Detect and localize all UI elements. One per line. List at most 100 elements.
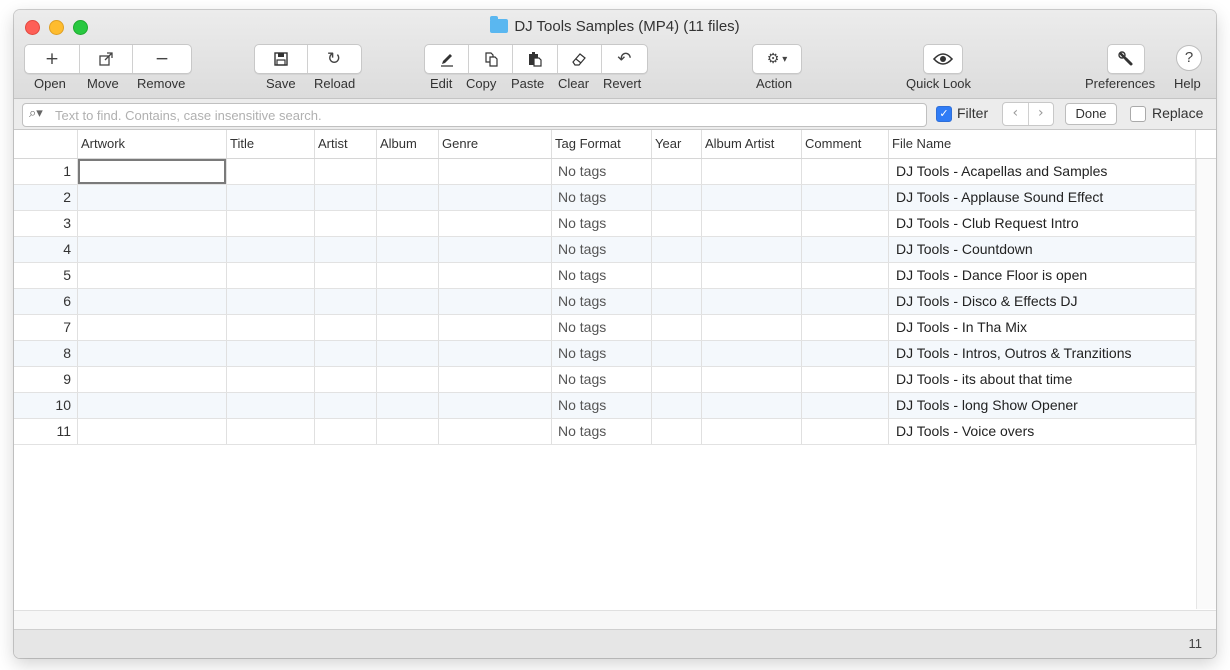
- album-artist-cell[interactable]: [702, 419, 802, 444]
- title-cell[interactable]: [227, 315, 315, 340]
- artwork-cell[interactable]: [78, 237, 227, 262]
- artist-cell[interactable]: [315, 289, 377, 314]
- edit-button[interactable]: [425, 45, 470, 73]
- table-row[interactable]: 5 No tags DJ Tools - Dance Floor is open: [14, 263, 1196, 289]
- album-cell[interactable]: [377, 367, 439, 392]
- genre-cell[interactable]: [439, 263, 552, 288]
- album-cell[interactable]: [377, 185, 439, 210]
- artwork-cell[interactable]: [78, 289, 227, 314]
- done-button[interactable]: Done: [1065, 103, 1117, 125]
- file-name-cell[interactable]: DJ Tools - Dance Floor is open: [889, 263, 1196, 288]
- artwork-cell[interactable]: [78, 263, 227, 288]
- genre-cell[interactable]: [439, 211, 552, 236]
- artist-cell[interactable]: [315, 263, 377, 288]
- file-name-cell[interactable]: DJ Tools - Applause Sound Effect: [889, 185, 1196, 210]
- copy-button[interactable]: [469, 45, 514, 73]
- genre-cell[interactable]: [439, 289, 552, 314]
- column-header-title[interactable]: Title: [227, 130, 315, 158]
- genre-cell[interactable]: [439, 393, 552, 418]
- horizontal-scrollbar[interactable]: [14, 610, 1216, 629]
- table-row[interactable]: 9 No tags DJ Tools - its about that time: [14, 367, 1196, 393]
- comment-cell[interactable]: [802, 211, 889, 236]
- album-artist-cell[interactable]: [702, 393, 802, 418]
- column-header-year[interactable]: Year: [652, 130, 702, 158]
- album-cell[interactable]: [377, 211, 439, 236]
- table-row[interactable]: 10 No tags DJ Tools - long Show Opener: [14, 393, 1196, 419]
- save-button[interactable]: [255, 45, 308, 73]
- year-cell[interactable]: [652, 159, 702, 184]
- album-artist-cell[interactable]: [702, 159, 802, 184]
- genre-cell[interactable]: [439, 159, 552, 184]
- next-match-button[interactable]: ›: [1029, 103, 1054, 125]
- album-cell[interactable]: [377, 419, 439, 444]
- title-cell[interactable]: [227, 263, 315, 288]
- artist-cell[interactable]: [315, 341, 377, 366]
- column-header-artist[interactable]: Artist: [315, 130, 377, 158]
- column-header-file-name[interactable]: File Name: [889, 130, 1196, 158]
- file-name-cell[interactable]: DJ Tools - its about that time: [889, 367, 1196, 392]
- clear-button[interactable]: [558, 45, 602, 73]
- quicklook-button[interactable]: [924, 45, 962, 73]
- album-artist-cell[interactable]: [702, 315, 802, 340]
- album-cell[interactable]: [377, 159, 439, 184]
- album-cell[interactable]: [377, 237, 439, 262]
- genre-cell[interactable]: [439, 419, 552, 444]
- year-cell[interactable]: [652, 393, 702, 418]
- genre-cell[interactable]: [439, 341, 552, 366]
- column-header-album-artist[interactable]: Album Artist: [702, 130, 802, 158]
- artist-cell[interactable]: [315, 393, 377, 418]
- year-cell[interactable]: [652, 419, 702, 444]
- search-icon[interactable]: ⌕▾: [29, 106, 43, 121]
- comment-cell[interactable]: [802, 263, 889, 288]
- column-header-index[interactable]: [14, 130, 78, 158]
- artist-cell[interactable]: [315, 237, 377, 262]
- title-cell[interactable]: [227, 237, 315, 262]
- column-header-album[interactable]: Album: [377, 130, 439, 158]
- artwork-cell[interactable]: [78, 211, 227, 236]
- file-name-cell[interactable]: DJ Tools - long Show Opener: [889, 393, 1196, 418]
- table-row[interactable]: 2 No tags DJ Tools - Applause Sound Effe…: [14, 185, 1196, 211]
- move-button[interactable]: [80, 45, 133, 73]
- artwork-cell[interactable]: [78, 159, 227, 184]
- title-cell[interactable]: [227, 341, 315, 366]
- year-cell[interactable]: [652, 237, 702, 262]
- genre-cell[interactable]: [439, 315, 552, 340]
- preferences-button[interactable]: [1108, 45, 1144, 73]
- artist-cell[interactable]: [315, 315, 377, 340]
- comment-cell[interactable]: [802, 367, 889, 392]
- album-artist-cell[interactable]: [702, 211, 802, 236]
- search-input[interactable]: [53, 105, 917, 125]
- column-header-comment[interactable]: Comment: [802, 130, 889, 158]
- replace-checkbox[interactable]: [1130, 106, 1146, 122]
- title-cell[interactable]: [227, 211, 315, 236]
- table-row[interactable]: 3 No tags DJ Tools - Club Request Intro: [14, 211, 1196, 237]
- year-cell[interactable]: [652, 185, 702, 210]
- title-cell[interactable]: [227, 185, 315, 210]
- album-artist-cell[interactable]: [702, 289, 802, 314]
- filter-checkbox[interactable]: ✓: [936, 106, 952, 122]
- title-cell[interactable]: [227, 289, 315, 314]
- column-header-genre[interactable]: Genre: [439, 130, 552, 158]
- title-cell[interactable]: [227, 159, 315, 184]
- table-row[interactable]: 1 No tags DJ Tools - Acapellas and Sampl…: [14, 159, 1196, 185]
- help-button[interactable]: ?: [1176, 45, 1202, 71]
- artist-cell[interactable]: [315, 185, 377, 210]
- year-cell[interactable]: [652, 367, 702, 392]
- remove-button[interactable]: −: [133, 45, 191, 73]
- artwork-cell[interactable]: [78, 341, 227, 366]
- genre-cell[interactable]: [439, 237, 552, 262]
- column-header-artwork[interactable]: Artwork: [78, 130, 227, 158]
- open-button[interactable]: +: [25, 45, 80, 73]
- comment-cell[interactable]: [802, 393, 889, 418]
- album-artist-cell[interactable]: [702, 263, 802, 288]
- genre-cell[interactable]: [439, 185, 552, 210]
- comment-cell[interactable]: [802, 237, 889, 262]
- album-artist-cell[interactable]: [702, 237, 802, 262]
- action-button[interactable]: ⚙ ▾: [753, 45, 801, 73]
- file-name-cell[interactable]: DJ Tools - Intros, Outros & Tranzitions: [889, 341, 1196, 366]
- artwork-cell[interactable]: [78, 315, 227, 340]
- comment-cell[interactable]: [802, 289, 889, 314]
- album-cell[interactable]: [377, 393, 439, 418]
- title-cell[interactable]: [227, 393, 315, 418]
- reload-button[interactable]: ↻: [308, 45, 360, 73]
